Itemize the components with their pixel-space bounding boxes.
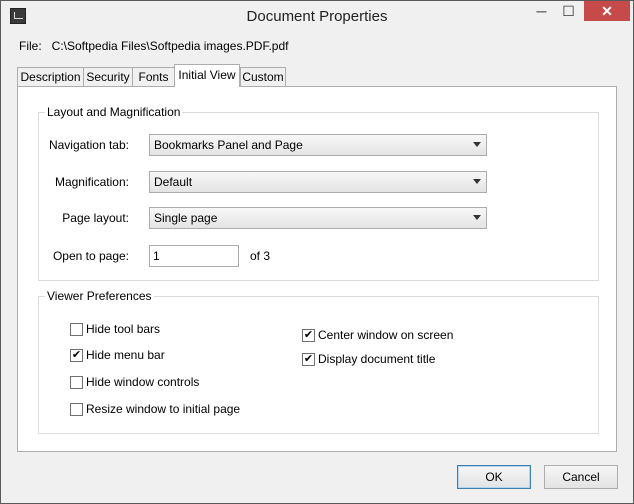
tab-security[interactable]: Security	[83, 67, 133, 86]
navigation-tab-dropdown[interactable]: Bookmarks Panel and Page	[149, 134, 487, 156]
resize-window-checkbox[interactable]	[70, 403, 83, 416]
file-label: File:	[19, 39, 42, 53]
navigation-tab-label: Navigation tab:	[48, 138, 129, 152]
hide-menu-bar-label: Hide menu bar	[86, 348, 165, 362]
document-properties-dialog: Document Properties ─ ☐ ✕ File: C:\Softpe…	[0, 0, 634, 504]
tab-custom[interactable]: Custom	[240, 67, 286, 86]
magnification-dropdown[interactable]: Default	[149, 171, 487, 193]
initial-view-panel: Layout and Magnification Navigation tab:…	[17, 86, 617, 452]
display-document-title-label: Display document title	[318, 352, 436, 366]
tab-initial-view[interactable]: Initial View	[174, 64, 240, 87]
hide-window-controls-label: Hide window controls	[86, 375, 200, 389]
layout-group-title: Layout and Magnification	[45, 105, 183, 119]
page-count-text: of 3	[250, 249, 271, 263]
open-to-page-input[interactable]: 1	[149, 245, 239, 267]
hide-menu-bar-checkbox[interactable]: ✔	[70, 349, 83, 362]
close-button[interactable]: ✕	[584, 1, 630, 21]
ok-button[interactable]: OK	[457, 465, 531, 489]
chevron-down-icon	[473, 215, 481, 220]
magnification-label: Magnification:	[54, 175, 129, 189]
center-window-label: Center window on screen	[318, 328, 454, 342]
hide-tool-bars-label: Hide tool bars	[86, 322, 161, 336]
page-layout-dropdown[interactable]: Single page	[149, 207, 487, 229]
viewer-preferences-group: Viewer Preferences Hide tool bars ✔ Hide…	[38, 289, 599, 434]
hide-tool-bars-checkbox[interactable]	[70, 323, 83, 336]
tab-fonts[interactable]: Fonts	[132, 67, 175, 86]
navigation-tab-value: Bookmarks Panel and Page	[154, 138, 303, 152]
center-window-checkbox[interactable]: ✔	[302, 329, 315, 342]
magnification-value: Default	[154, 175, 193, 189]
title-bar: Document Properties ─ ☐ ✕	[1, 1, 633, 31]
file-path: C:\Softpedia Files\Softpedia images.PDF.…	[51, 39, 289, 53]
minimize-button[interactable]: ─	[528, 1, 555, 21]
tab-description[interactable]: Description	[17, 67, 84, 86]
resize-window-label: Resize window to initial page	[86, 402, 241, 416]
layout-magnification-group: Layout and Magnification Navigation tab:…	[38, 105, 599, 281]
open-to-page-label: Open to page:	[52, 249, 129, 263]
cancel-button[interactable]: Cancel	[544, 465, 618, 489]
page-layout-label: Page layout:	[62, 211, 129, 225]
display-document-title-checkbox[interactable]: ✔	[302, 353, 315, 366]
viewer-group-title: Viewer Preferences	[45, 289, 154, 303]
file-path-line: File: C:\Softpedia Files\Softpedia images…	[19, 39, 298, 53]
chevron-down-icon	[473, 142, 481, 147]
maximize-button[interactable]: ☐	[555, 1, 582, 21]
page-layout-value: Single page	[154, 211, 218, 225]
chevron-down-icon	[473, 179, 481, 184]
hide-window-controls-checkbox[interactable]	[70, 376, 83, 389]
